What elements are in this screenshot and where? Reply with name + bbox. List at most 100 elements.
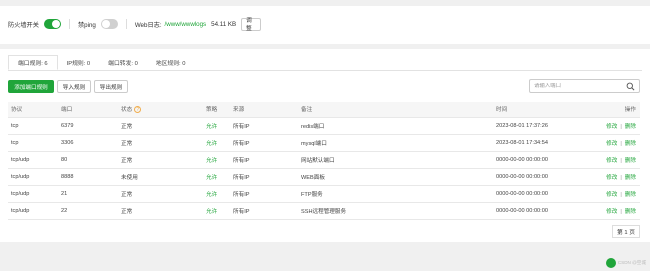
ping-toggle[interactable] [100, 19, 118, 29]
cell-port: 22 [58, 201, 118, 220]
cell-source: 所有IP [230, 184, 298, 202]
help-icon[interactable]: ? [134, 106, 142, 114]
edit-link[interactable]: 修改 [606, 192, 617, 198]
cell-remark: redis端口 [298, 116, 493, 134]
cell-time: 0000-00-00 00:00:00 [493, 201, 593, 220]
toggle-knob [101, 20, 110, 28]
delete-link[interactable]: 删除 [625, 192, 636, 198]
firewall-toggle[interactable] [43, 19, 61, 29]
export-rules-button[interactable]: 导出规则 [94, 80, 128, 93]
cell-strategy: 允许 [203, 133, 230, 151]
port-rules-table: 协议 端口 状态? 策略 来源 备注 时间 操作 tcp 6379 正常 允许 所有IP… [8, 102, 640, 220]
cell-source: 所有IP [230, 116, 298, 134]
rules-panel: 端口规则: 6 IP规则: 0 端口转发: 0 地区规则: 0 添加端口规则 导… [0, 49, 650, 242]
table-row: tcp/udp 22 正常 允许 所有IP SSH远程管理服务 0000-00-00 00:… [8, 201, 640, 220]
port-search-box [529, 79, 640, 93]
weblog-label: Web日志: [134, 21, 162, 29]
site-logo-icon [605, 258, 616, 268]
delete-link[interactable]: 删除 [625, 158, 636, 164]
ops-separator: | [620, 157, 622, 164]
col-status-label: 状态 [121, 107, 133, 114]
col-port: 端口 [58, 102, 118, 117]
edit-link[interactable]: 修改 [606, 141, 617, 147]
import-rules-button[interactable]: 导入规则 [57, 80, 91, 93]
table-header-row: 协议 端口 状态? 策略 来源 备注 时间 操作 [8, 102, 640, 117]
cell-protocol: tcp [8, 133, 58, 151]
search-icon[interactable] [626, 82, 635, 91]
table-row: tcp 6379 正常 允许 所有IP redis端口 2023-08-01 17:37:2… [8, 116, 640, 134]
pagination-current[interactable]: 第 1 页 [612, 225, 640, 238]
cell-protocol: tcp/udp [8, 201, 58, 220]
tab-ip-rules[interactable]: IP规则: 0 [58, 55, 100, 70]
divider [68, 19, 70, 29]
edit-link[interactable]: 修改 [606, 175, 617, 181]
cell-time: 2023-08-01 17:34:54 [493, 133, 593, 151]
watermark: CSDN @空城 [605, 258, 646, 268]
watermark-text: CSDN @空城 [617, 260, 646, 265]
cell-status: 正常 [118, 116, 203, 134]
table-row: tcp 3306 正常 允许 所有IP mysql端口 2023-08-01 17:34:5… [8, 133, 640, 151]
ops-separator: | [620, 191, 622, 198]
tab-region-rules[interactable]: 地区规则: 0 [147, 55, 195, 70]
delete-link[interactable]: 删除 [625, 209, 636, 215]
cell-time: 0000-00-00 00:00:00 [493, 184, 593, 202]
cell-ops: 修改 | 删除 [593, 201, 640, 220]
delete-link[interactable]: 删除 [625, 141, 636, 147]
table-row: tcp/udp 8888 未使用 允许 所有IP WEB面板 0000-00-00 00:0… [8, 167, 640, 185]
cell-remark: 网站默认端口 [298, 150, 493, 168]
add-port-rule-button[interactable]: 添加端口规则 [8, 80, 54, 93]
delete-link[interactable]: 删除 [625, 175, 636, 181]
ping-switch-label: 禁ping [77, 21, 96, 29]
cell-source: 所有IP [230, 201, 298, 220]
cell-status: 未使用 [118, 167, 203, 185]
edit-link[interactable]: 修改 [606, 124, 617, 130]
tab-port-forward[interactable]: 端口转发: 0 [99, 55, 147, 70]
col-ops: 操作 [593, 102, 640, 117]
cell-time: 0000-00-00 00:00:00 [493, 167, 593, 185]
cell-status: 正常 [118, 133, 203, 151]
weblog-size: 54.11 KB [211, 20, 237, 28]
edit-link[interactable]: 修改 [606, 209, 617, 215]
delete-link[interactable]: 删除 [625, 124, 636, 130]
adjust-button[interactable]: 调整 [241, 17, 262, 32]
tab-underline [8, 70, 642, 71]
cell-source: 所有IP [230, 133, 298, 151]
col-protocol: 协议 [8, 102, 58, 117]
rule-tabs: 端口规则: 6 IP规则: 0 端口转发: 0 地区规则: 0 [8, 55, 194, 70]
edit-link[interactable]: 修改 [606, 158, 617, 164]
port-search-input[interactable] [530, 83, 622, 89]
toggle-knob [51, 20, 60, 28]
divider [125, 19, 127, 29]
cell-protocol: tcp/udp [8, 184, 58, 202]
cell-time: 0000-00-00 00:00:00 [493, 150, 593, 168]
cell-strategy: 允许 [203, 116, 230, 134]
table-row: tcp/udp 80 正常 允许 所有IP 网站默认端口 0000-00-00 00:00:… [8, 150, 640, 168]
ops-separator: | [620, 123, 622, 130]
ops-separator: | [620, 208, 622, 215]
ops-separator: | [620, 174, 622, 181]
cell-remark: WEB面板 [298, 167, 493, 185]
cell-time: 2023-08-01 17:37:26 [493, 116, 593, 134]
cell-port: 6379 [58, 116, 118, 134]
tab-port-rules[interactable]: 端口规则: 6 [8, 55, 58, 70]
firewall-switch-label: 防火墙开关 [8, 21, 39, 29]
cell-protocol: tcp/udp [8, 150, 58, 168]
cell-strategy: 允许 [203, 167, 230, 185]
cell-status: 正常 [118, 150, 203, 168]
cell-remark: FTP服务 [298, 184, 493, 202]
col-remark: 备注 [298, 102, 493, 117]
cell-ops: 修改 | 删除 [593, 116, 640, 134]
col-status: 状态? [118, 102, 203, 117]
cell-remark: SSH远程管理服务 [298, 201, 493, 220]
cell-port: 8888 [58, 167, 118, 185]
cell-protocol: tcp/udp [8, 167, 58, 185]
cell-ops: 修改 | 删除 [593, 133, 640, 151]
cell-status: 正常 [118, 184, 203, 202]
cell-ops: 修改 | 删除 [593, 150, 640, 168]
weblog-path-link[interactable]: /www/wwwlogs [165, 21, 207, 28]
col-source: 来源 [230, 102, 298, 117]
cell-strategy: 允许 [203, 184, 230, 202]
cell-port: 3306 [58, 133, 118, 151]
firewall-settings-bar: 防火墙开关 禁ping Web日志: /www/wwwlogs 54.11 KB… [0, 6, 650, 44]
cell-port: 21 [58, 184, 118, 202]
